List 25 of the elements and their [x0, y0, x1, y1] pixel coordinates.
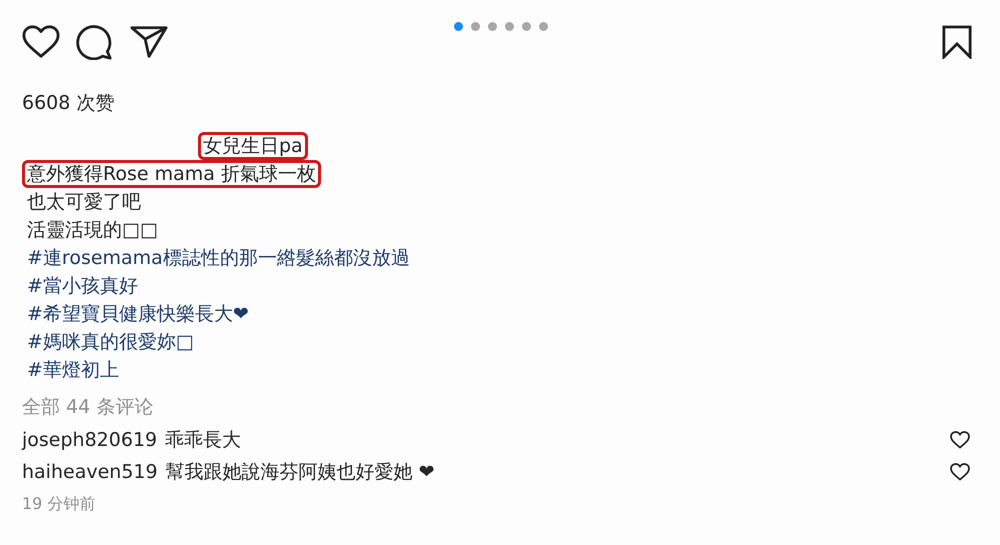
bookmark-icon[interactable] — [942, 25, 972, 59]
carousel-dot[interactable] — [505, 22, 514, 31]
hashtag-link[interactable]: #連rosemama標誌性的那一綹髮絲都沒放過 — [22, 244, 415, 272]
heart-icon[interactable] — [22, 24, 60, 60]
comment-username[interactable]: haiheaven519 — [22, 461, 158, 483]
post-time: 19 分钟前 — [22, 494, 96, 515]
caption-line: 也太可愛了吧 — [26, 190, 142, 215]
like-heart-icon[interactable] — [950, 463, 970, 481]
like-count: 6608 次赞 — [22, 91, 116, 116]
send-icon[interactable] — [130, 24, 168, 60]
caption-line: 活靈活現的□□ — [26, 218, 159, 243]
comment-text: 乖乖長大 — [165, 428, 242, 453]
carousel-dot[interactable] — [471, 22, 480, 31]
like-heart-icon[interactable] — [950, 431, 970, 449]
hashtag-link[interactable]: #希望寶貝健康快樂長大❤ — [22, 300, 254, 328]
hashtag-link[interactable]: #媽咪真的很愛妳□ — [22, 328, 199, 356]
comment-username[interactable]: joseph820619 — [22, 429, 158, 451]
comment-text: 幫我跟她說海芬阿姨也好愛她 ❤ — [166, 460, 436, 485]
hashtag-link[interactable]: #當小孩真好 — [22, 272, 143, 300]
carousel-dot[interactable] — [454, 22, 463, 31]
carousel-dot[interactable] — [488, 22, 497, 31]
carousel-dot[interactable] — [539, 22, 548, 31]
hashtag-link[interactable]: #華燈初上 — [22, 356, 124, 384]
carousel-dot[interactable] — [522, 22, 531, 31]
comment-icon[interactable] — [76, 24, 114, 60]
